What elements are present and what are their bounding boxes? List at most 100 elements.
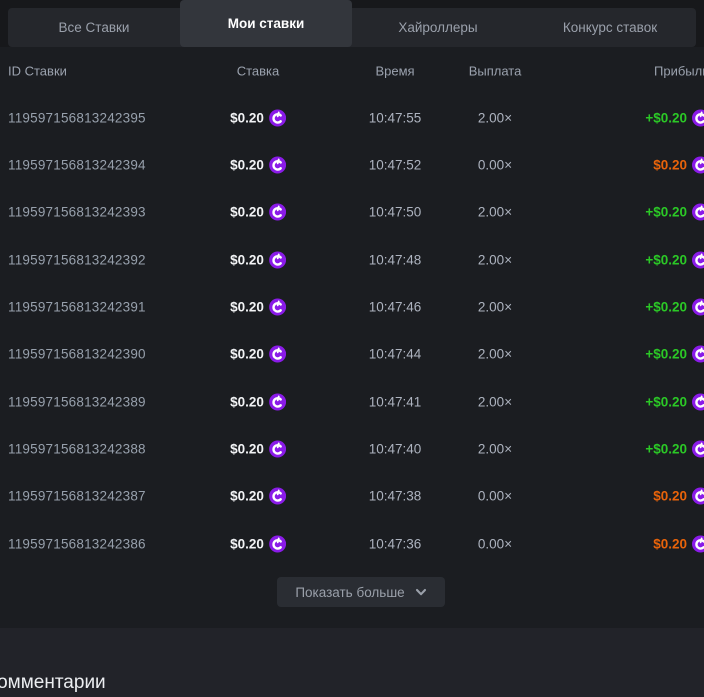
show-more-button[interactable]: Показать больше bbox=[277, 577, 444, 607]
profit-cell: $0.20 bbox=[653, 488, 704, 505]
profit-amount: +$0.20 bbox=[645, 394, 687, 409]
bets-tabbar: Все Ставки Мои ставки Хайроллеры Конкурс… bbox=[8, 8, 696, 47]
time-cell: 10:47:44 bbox=[369, 347, 422, 362]
bet-amount: $0.20 bbox=[230, 252, 264, 267]
bet-amount-cell: $0.20 bbox=[230, 251, 286, 268]
tab-my-bets[interactable]: Мои ставки bbox=[180, 0, 352, 47]
payout-cell: 2.00× bbox=[478, 252, 512, 267]
bet-id-cell: 119597156813242389 bbox=[8, 394, 146, 409]
coin-icon bbox=[269, 488, 286, 505]
bet-amount-cell: $0.20 bbox=[230, 157, 286, 174]
bet-id-cell: 119597156813242391 bbox=[8, 300, 146, 315]
bet-id-cell: 119597156813242387 bbox=[8, 489, 146, 504]
bet-amount: $0.20 bbox=[230, 110, 264, 125]
bet-amount: $0.20 bbox=[230, 347, 264, 362]
comments-title: Комментарии bbox=[0, 672, 106, 694]
time-cell: 10:47:55 bbox=[369, 110, 422, 125]
table-row[interactable]: 119597156813242395 $0.20 10:47:55 2.00× … bbox=[0, 94, 704, 141]
header-profit: Прибыль bbox=[654, 63, 704, 78]
profit-amount: +$0.20 bbox=[645, 205, 687, 220]
table-row[interactable]: 119597156813242394 $0.20 10:47:52 0.00× … bbox=[0, 141, 704, 188]
bet-amount-cell: $0.20 bbox=[230, 299, 286, 316]
table-row[interactable]: 119597156813242387 $0.20 10:47:38 0.00× … bbox=[0, 473, 704, 520]
profit-cell: $0.20 bbox=[653, 535, 704, 552]
profit-amount: +$0.20 bbox=[645, 110, 687, 125]
time-cell: 10:47:41 bbox=[369, 394, 422, 409]
bet-id-cell: 119597156813242386 bbox=[8, 536, 146, 551]
coin-icon bbox=[269, 204, 286, 221]
bet-amount-cell: $0.20 bbox=[230, 204, 286, 221]
header-bet-id: ID Ставки bbox=[8, 63, 67, 78]
profit-cell: +$0.20 bbox=[645, 251, 704, 268]
table-row[interactable]: 119597156813242392 $0.20 10:47:48 2.00× … bbox=[0, 236, 704, 283]
coin-icon bbox=[692, 393, 704, 410]
table-row[interactable]: 119597156813242393 $0.20 10:47:50 2.00× … bbox=[0, 189, 704, 236]
profit-amount: $0.20 bbox=[653, 536, 687, 551]
chevron-down-icon bbox=[415, 586, 427, 598]
tab-bet-contest[interactable]: Конкурс ставок bbox=[524, 8, 696, 47]
profit-amount: $0.20 bbox=[653, 489, 687, 504]
table-header: ID Ставки Ставка Время Выплата Прибыль bbox=[0, 47, 704, 94]
table-row[interactable]: 119597156813242386 $0.20 10:47:36 0.00× … bbox=[0, 520, 704, 567]
profit-amount: +$0.20 bbox=[645, 252, 687, 267]
tabbar-wrap: Все Ставки Мои ставки Хайроллеры Конкурс… bbox=[0, 0, 704, 47]
show-more-row: Показать больше bbox=[0, 567, 704, 628]
payout-cell: 2.00× bbox=[478, 300, 512, 315]
bet-amount: $0.20 bbox=[230, 158, 264, 173]
payout-cell: 0.00× bbox=[478, 158, 512, 173]
bet-id-cell: 119597156813242394 bbox=[8, 158, 146, 173]
coin-icon bbox=[269, 441, 286, 458]
coin-icon bbox=[692, 157, 704, 174]
bet-amount: $0.20 bbox=[230, 394, 264, 409]
bets-table-body: 119597156813242395 $0.20 10:47:55 2.00× … bbox=[0, 94, 704, 567]
coin-icon bbox=[692, 251, 704, 268]
coin-icon bbox=[269, 299, 286, 316]
tab-all-bets[interactable]: Все Ставки bbox=[8, 8, 180, 47]
payout-cell: 2.00× bbox=[478, 442, 512, 457]
bet-amount-cell: $0.20 bbox=[230, 488, 286, 505]
payout-cell: 0.00× bbox=[478, 489, 512, 504]
profit-cell: +$0.20 bbox=[645, 299, 704, 316]
header-bet: Ставка bbox=[237, 63, 280, 78]
table-row[interactable]: 119597156813242391 $0.20 10:47:46 2.00× … bbox=[0, 283, 704, 330]
profit-amount: +$0.20 bbox=[645, 442, 687, 457]
coin-icon bbox=[692, 204, 704, 221]
profit-cell: +$0.20 bbox=[645, 346, 704, 363]
profit-cell: $0.20 bbox=[653, 157, 704, 174]
bet-amount-cell: $0.20 bbox=[230, 441, 286, 458]
time-cell: 10:47:48 bbox=[369, 252, 422, 267]
show-more-label: Показать больше bbox=[295, 585, 404, 600]
bet-amount: $0.20 bbox=[230, 489, 264, 504]
payout-cell: 2.00× bbox=[478, 205, 512, 220]
payout-cell: 2.00× bbox=[478, 110, 512, 125]
coin-icon bbox=[692, 441, 704, 458]
table-row[interactable]: 119597156813242388 $0.20 10:47:40 2.00× … bbox=[0, 425, 704, 472]
comments-section: Комментарии bbox=[0, 628, 704, 697]
coin-icon bbox=[269, 346, 286, 363]
tab-high-rollers[interactable]: Хайроллеры bbox=[352, 8, 524, 47]
table-row[interactable]: 119597156813242389 $0.20 10:47:41 2.00× … bbox=[0, 378, 704, 425]
bet-id-cell: 119597156813242388 bbox=[8, 442, 146, 457]
bets-page: Все Ставки Мои ставки Хайроллеры Конкурс… bbox=[0, 0, 704, 697]
payout-cell: 0.00× bbox=[478, 536, 512, 551]
bet-amount-cell: $0.20 bbox=[230, 393, 286, 410]
bet-amount: $0.20 bbox=[230, 536, 264, 551]
bet-id-cell: 119597156813242390 bbox=[8, 347, 146, 362]
payout-cell: 2.00× bbox=[478, 347, 512, 362]
profit-cell: +$0.20 bbox=[645, 393, 704, 410]
payout-cell: 2.00× bbox=[478, 394, 512, 409]
coin-icon bbox=[692, 299, 704, 316]
bet-amount-cell: $0.20 bbox=[230, 109, 286, 126]
profit-cell: +$0.20 bbox=[645, 109, 704, 126]
coin-icon bbox=[269, 535, 286, 552]
time-cell: 10:47:50 bbox=[369, 205, 422, 220]
coin-icon bbox=[269, 393, 286, 410]
bet-amount: $0.20 bbox=[230, 300, 264, 315]
time-cell: 10:47:36 bbox=[369, 536, 422, 551]
bet-id-cell: 119597156813242392 bbox=[8, 252, 146, 267]
coin-icon bbox=[692, 535, 704, 552]
bets-panel: ID Ставки Ставка Время Выплата Прибыль 1… bbox=[0, 47, 704, 628]
table-row[interactable]: 119597156813242390 $0.20 10:47:44 2.00× … bbox=[0, 331, 704, 378]
bet-amount-cell: $0.20 bbox=[230, 535, 286, 552]
profit-amount: +$0.20 bbox=[645, 347, 687, 362]
